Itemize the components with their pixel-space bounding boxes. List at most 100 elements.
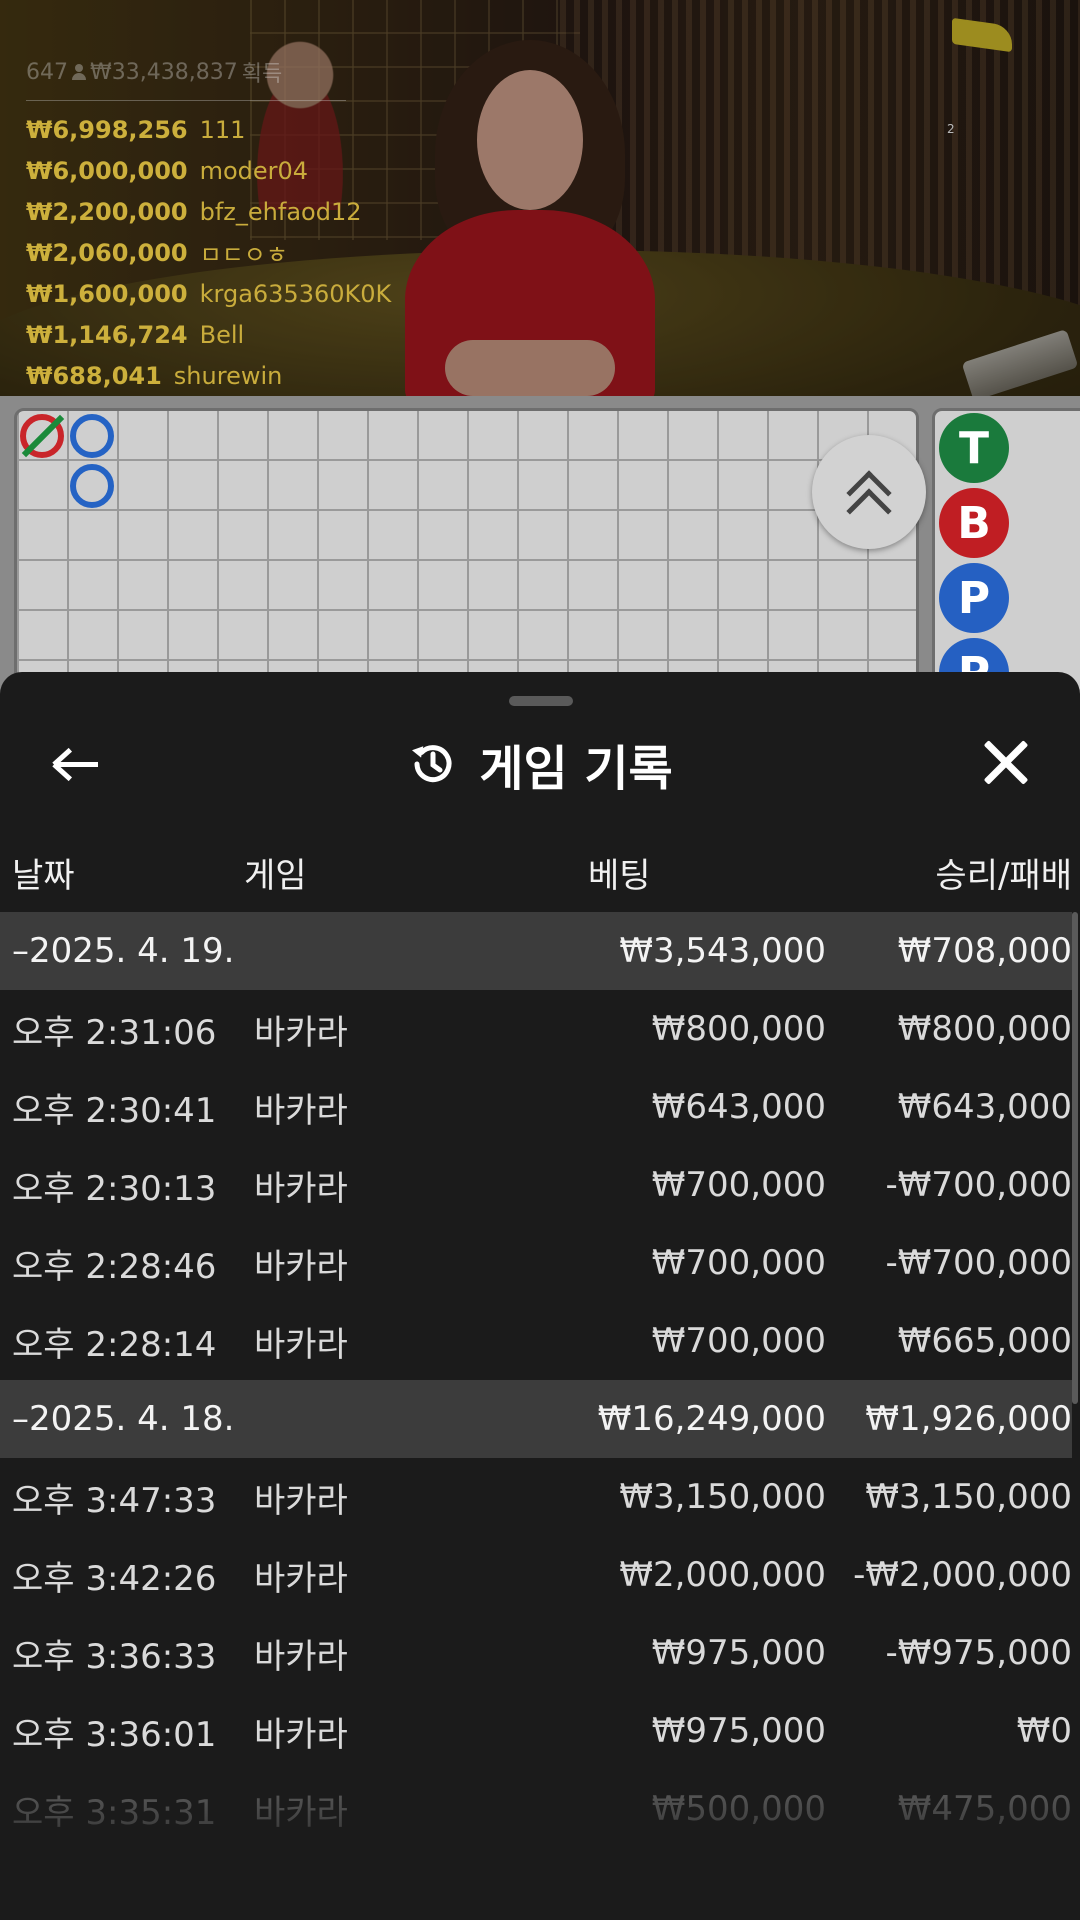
row-bet: ₩643,000 [651,1087,826,1127]
page-title: 게임 기록 [479,741,673,797]
result-road: TBPP [932,408,1080,708]
bead-road[interactable] [14,408,926,708]
group-date: –2025. 4. 19. [12,931,235,971]
scoreboard: TBPP [0,396,1080,708]
row-time: 오후 2:30:13 [12,1168,217,1209]
row-bet: ₩700,000 [651,1243,826,1283]
tie-slash [21,414,65,458]
row-game: 바카라 [254,1246,348,1287]
winner-amount: ₩6,000,000 [26,156,188,185]
history-row[interactable]: 오후 2:30:13 바카라 ₩700,000 -₩700,000 [0,1146,1072,1224]
row-result: ₩3,150,000 [865,1477,1072,1517]
row-game: 바카라 [254,1636,348,1677]
winner-row: ₩1,146,724 Bell [26,314,386,355]
row-game: 바카라 [254,1714,348,1755]
winner-amount: ₩688,041 [26,361,162,390]
winner-row: ₩6,998,256 111 [26,109,386,150]
group-date: –2025. 4. 18. [12,1399,235,1439]
row-bet: ₩3,150,000 [619,1477,826,1517]
history-row[interactable]: 오후 3:36:01 바카라 ₩975,000 ₩0 [0,1692,1072,1770]
row-result: -₩2,000,000 [853,1555,1072,1595]
row-time: 오후 3:36:01 [12,1714,217,1755]
winner-amount: ₩2,060,000 [26,238,188,267]
column-header-bet: 베팅 [588,856,651,896]
player-count: 647 [26,59,68,85]
row-game: 바카라 [254,1012,348,1053]
total-won: ₩33,438,837 [90,59,238,85]
bead-player [70,414,114,458]
winner-name: ㅁㄷㅇㅎ [199,241,288,269]
bottom-fade [0,1780,1080,1920]
row-result: ₩0 [1016,1711,1072,1751]
column-header-date: 날짜 [12,856,75,896]
winner-row: ₩2,200,000 bfz_ehfaod12 [26,191,386,232]
column-header-game: 게임 [244,856,307,896]
history-row[interactable]: 오후 3:36:33 바카라 ₩975,000 -₩975,000 [0,1614,1072,1692]
scrollbar[interactable] [1072,912,1078,1404]
result-pill-t: T [939,413,1009,483]
winner-name: 111 [199,115,246,144]
row-bet: ₩975,000 [651,1711,826,1751]
winner-amount: ₩6,998,256 [26,115,188,144]
row-game: 바카라 [254,1168,348,1209]
winner-row: ₩2,060,000 ㅁㄷㅇㅎ [26,232,386,273]
history-row[interactable]: 오후 3:42:26 바카라 ₩2,000,000 -₩2,000,000 [0,1536,1072,1614]
winner-row: ₩1,600,000 krga635360K0K [26,273,391,314]
row-time: 오후 3:47:33 [12,1480,217,1521]
winners-list: 647 ₩33,438,837 획득 ₩6,998,256 111 ₩6,000,0… [26,56,391,396]
history-row[interactable]: 오후 3:47:33 바카라 ₩3,150,000 ₩3,150,000 [0,1458,1072,1536]
group-bet-total: ₩3,543,000 [619,931,826,971]
sheet-header: 게임 기록 [0,724,1080,804]
row-game: 바카라 [254,1324,348,1365]
row-bet: ₩800,000 [651,1009,826,1049]
history-clock-icon [412,745,452,783]
row-time: 오후 2:28:46 [12,1246,217,1287]
row-time: 오후 2:31:06 [12,1012,217,1053]
history-row[interactable]: 오후 2:30:41 바카라 ₩643,000 ₩643,000 [0,1068,1072,1146]
row-result: -₩700,000 [885,1243,1073,1283]
close-button[interactable] [980,736,1032,788]
history-row[interactable]: 오후 2:28:14 바카라 ₩700,000 ₩665,000 [0,1302,1072,1380]
winner-row: ₩6,000,000 moder04 [26,150,386,191]
row-game: 바카라 [254,1480,348,1521]
history-row[interactable]: 오후 2:31:06 바카라 ₩800,000 ₩800,000 [0,990,1072,1068]
row-game: 바카라 [254,1090,348,1131]
winner-name: krga635360K0K [199,279,392,308]
row-result: -₩700,000 [885,1165,1073,1205]
winners-header: 647 ₩33,438,837 획득 [26,56,346,101]
row-result: ₩800,000 [897,1009,1072,1049]
row-time: 오후 3:36:33 [12,1636,217,1677]
sheet-grabber[interactable] [509,696,573,706]
row-result: ₩643,000 [897,1087,1072,1127]
winner-name: bfz_ehfaod12 [199,197,362,226]
row-bet: ₩700,000 [651,1321,826,1361]
winner-amount: ₩2,200,000 [26,197,188,226]
date-group-row[interactable]: –2025. 4. 19. ₩3,543,000 ₩708,000 [0,912,1072,990]
group-result-total: ₩1,926,000 [865,1399,1072,1439]
row-bet: ₩700,000 [651,1165,826,1205]
person-icon [72,64,86,80]
row-game: 바카라 [254,1558,348,1599]
won-label: 획득 [241,62,283,87]
winner-amount: ₩1,146,724 [26,320,188,349]
row-bet: ₩2,000,000 [619,1555,826,1595]
bead-player [70,464,114,508]
winner-name: moder04 [199,156,309,185]
winner-name: shurewin [173,361,283,390]
game-history-sheet: 게임 기록 날짜 게임 베팅 승리/패배 –2025. 4. 19. ₩3,543… [0,672,1080,1920]
history-row[interactable]: 오후 2:28:46 바카라 ₩700,000 -₩700,000 [0,1224,1072,1302]
live-video: 2 647 ₩33,438,837 획득 ₩6,998,256 111 ₩6,000… [0,0,1080,396]
result-pill-b: B [939,488,1009,558]
collapse-button[interactable] [812,435,926,549]
row-result: ₩665,000 [897,1321,1072,1361]
result-pill-p: P [939,563,1009,633]
date-group-row[interactable]: –2025. 4. 18. ₩16,249,000 ₩1,926,000 [0,1380,1072,1458]
winner-row: ₩688,041 shurewin [26,355,386,396]
history-list[interactable]: –2025. 4. 19. ₩3,543,000 ₩708,000 오후 2:31:0… [0,912,1072,1848]
row-time: 오후 2:28:14 [12,1324,217,1365]
group-bet-total: ₩16,249,000 [597,1399,826,1439]
row-result: -₩975,000 [885,1633,1073,1673]
group-result-total: ₩708,000 [897,931,1072,971]
row-time: 오후 2:30:41 [12,1090,217,1131]
winner-amount: ₩1,600,000 [26,279,188,308]
